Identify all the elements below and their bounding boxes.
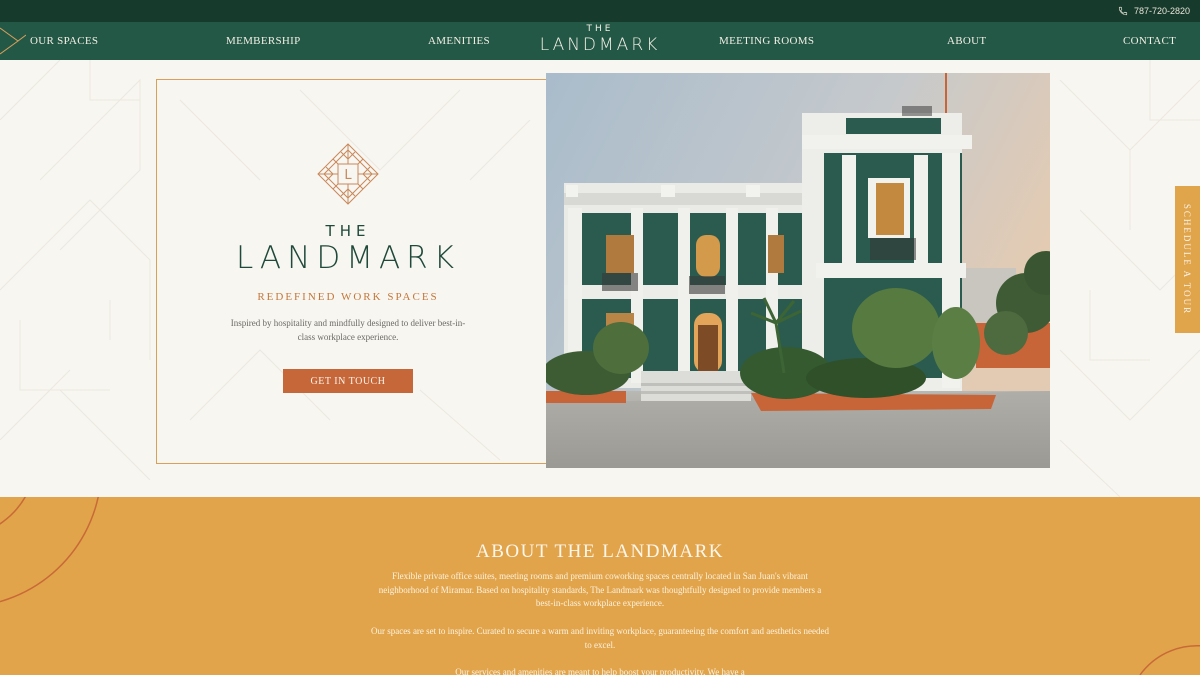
nav-contact[interactable]: CONTACT — [1123, 22, 1176, 60]
nav-our-spaces[interactable]: OUR SPACES — [30, 22, 98, 60]
nav-about[interactable]: ABOUT — [947, 22, 986, 60]
about-paragraph-1: Flexible private office suites, meeting … — [378, 571, 822, 608]
phone-link[interactable]: 787-720-2820 — [1118, 0, 1190, 22]
phone-icon — [1118, 6, 1128, 16]
hero-title: LANDMARK — [235, 240, 461, 276]
nav-amenities[interactable]: AMENITIES — [428, 22, 490, 60]
hero-tagline: REDEFINED WORK SPACES — [257, 291, 439, 303]
logo-name: LANDMARK — [539, 35, 661, 55]
emblem-letter: L — [344, 168, 352, 183]
phone-number: 787-720-2820 — [1133, 6, 1190, 16]
main-nav: OUR SPACES MEMBERSHIP AMENITIES THE LAND… — [0, 22, 1200, 60]
get-in-touch-button[interactable]: GET IN TOUCH — [283, 369, 413, 393]
about-section: ABOUT THE LANDMARK Flexible private offi… — [0, 497, 1200, 675]
schedule-tour-label: SCHEDULE A TOUR — [1182, 203, 1193, 316]
about-paragraph-2: Our spaces are set to inspire. Curated t… — [370, 626, 830, 650]
nav-corner-ornament — [0, 27, 26, 55]
schedule-tour-tab[interactable]: SCHEDULE A TOUR — [1175, 186, 1200, 333]
hero-building-photo — [546, 73, 1050, 468]
hero-section: L THE LANDMARK REDEFINED WORK SPACES Ins… — [0, 60, 1200, 497]
nav-meeting-rooms[interactable]: MEETING ROOMS — [719, 22, 814, 60]
logo-the: THE — [586, 24, 614, 34]
about-title: ABOUT THE LANDMARK — [476, 541, 724, 562]
site-logo[interactable]: THE LANDMARK — [532, 24, 668, 55]
hero-description: Inspired by hospitality and mindfully de… — [230, 318, 466, 342]
hero-the: THE — [325, 222, 371, 240]
nav-membership[interactable]: MEMBERSHIP — [226, 22, 301, 60]
landmark-emblem-icon: L — [317, 143, 379, 205]
about-paragraph-3: Our services and amenities are meant to … — [455, 667, 745, 675]
top-bar: 787-720-2820 — [0, 0, 1200, 22]
